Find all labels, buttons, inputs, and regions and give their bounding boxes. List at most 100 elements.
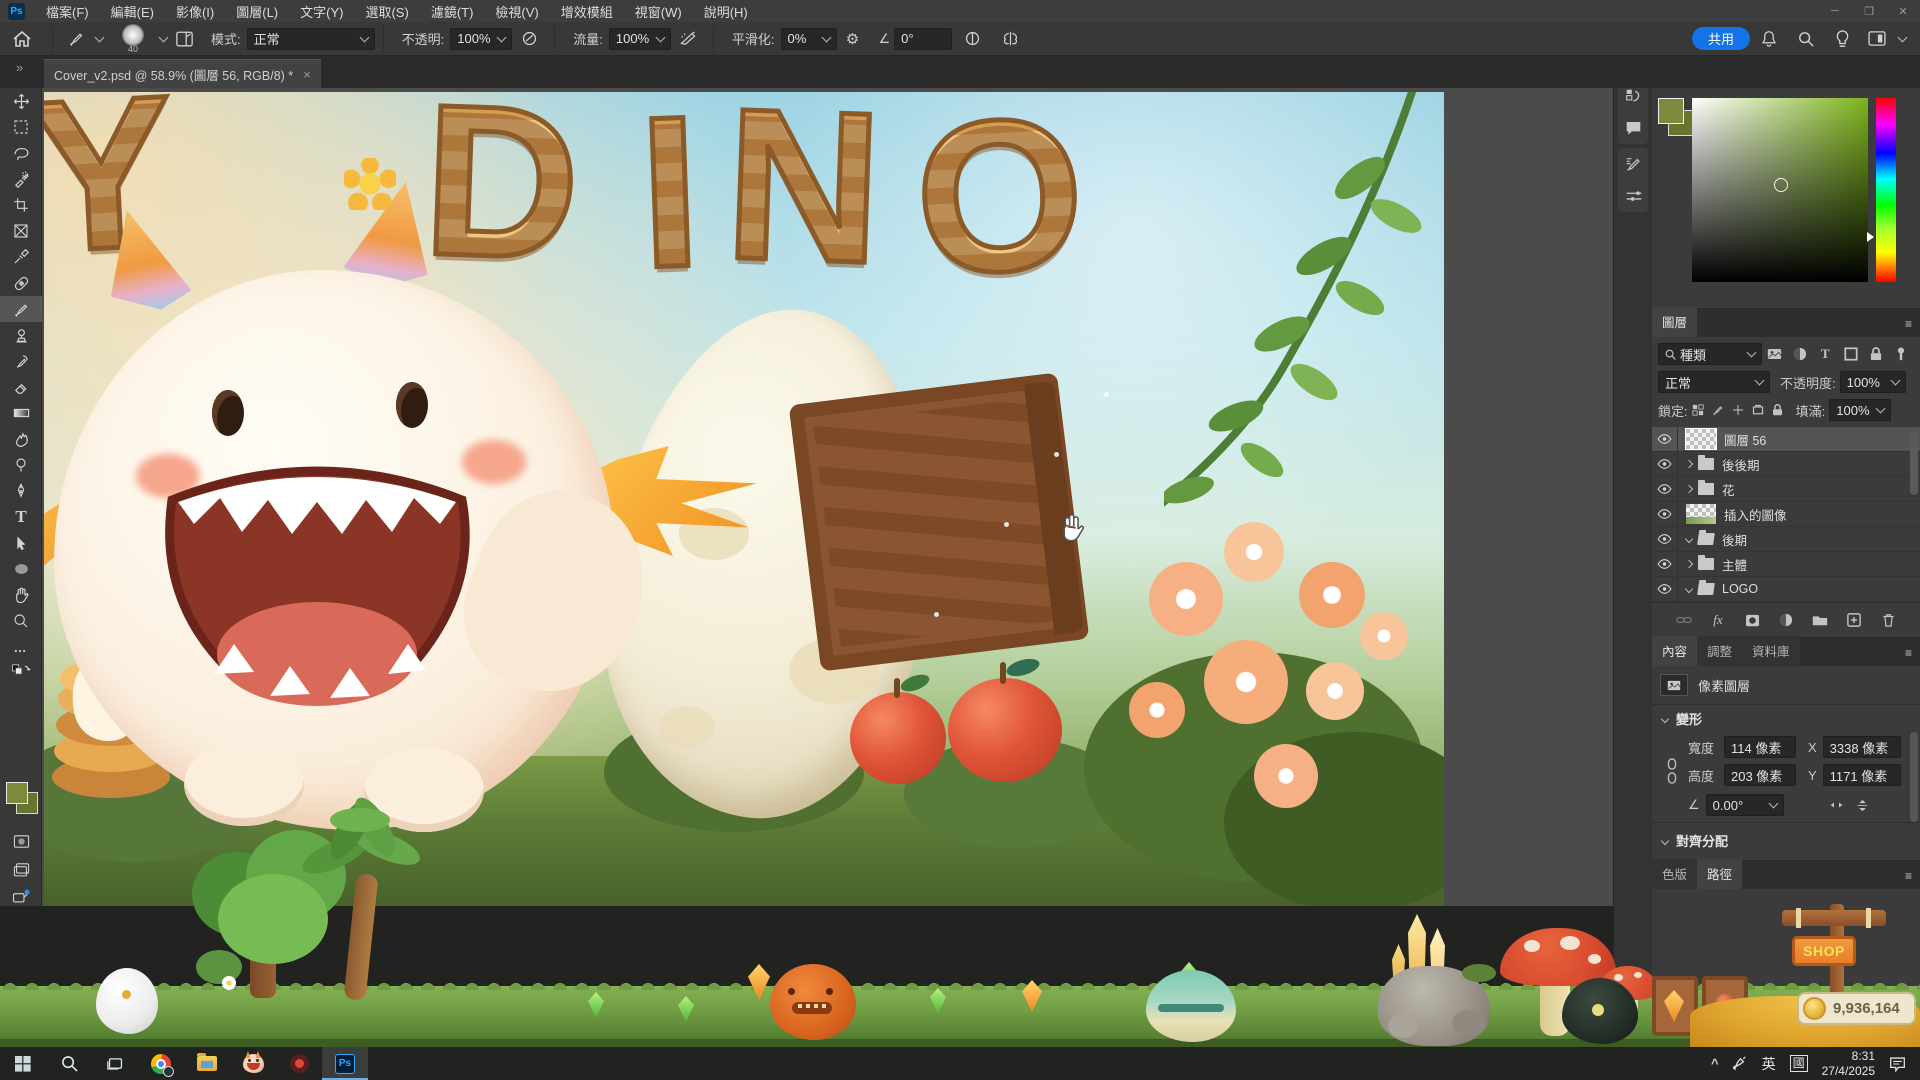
notifications-bell-icon[interactable] (1750, 30, 1788, 47)
brush-preview[interactable]: 40 (111, 24, 155, 54)
add-layer-mask-icon[interactable] (1739, 609, 1765, 631)
filter-toggle-icon[interactable] (1889, 343, 1914, 365)
properties-scrollbar[interactable] (1910, 732, 1918, 822)
tab-close-icon[interactable]: × (303, 67, 311, 82)
smoothing-options-gear-icon[interactable]: ⚙ (837, 30, 869, 48)
document-tab[interactable]: Cover_v2.psd @ 58.9% (圖層 56, RGB/8) * × (44, 59, 321, 88)
hue-slider-marker[interactable] (1867, 232, 1874, 242)
lock-position-icon[interactable] (1728, 399, 1748, 421)
game-crystal-rock[interactable] (1378, 910, 1498, 1046)
frame-tool[interactable] (0, 218, 42, 244)
file-explorer-icon[interactable] (184, 1047, 230, 1080)
tab-paths[interactable]: 路徑 (1697, 859, 1742, 889)
layer-effects-icon[interactable]: fx (1705, 609, 1731, 631)
group-collapse-chevron[interactable] (1685, 485, 1693, 493)
task-view-icon[interactable] (92, 1047, 138, 1080)
tab-libraries[interactable]: 資料庫 (1742, 636, 1800, 666)
minimize-button[interactable]: ─ (1818, 0, 1852, 22)
panel-menu-icon[interactable]: ≡ (1905, 869, 1912, 883)
visibility-eye-icon[interactable] (1652, 502, 1678, 526)
lock-artboard-icon[interactable] (1748, 399, 1768, 421)
link-layers-icon[interactable] (1671, 609, 1697, 631)
x-input[interactable]: 3338 像素 (1823, 736, 1901, 758)
toggle-brush-panel-icon[interactable] (167, 31, 201, 47)
tab-layers[interactable]: 圖層 (1652, 307, 1697, 337)
tray-expand-icon[interactable]: ^ (1711, 1056, 1719, 1071)
share-button[interactable]: 共用 (1692, 27, 1750, 50)
taskbar-search-icon[interactable] (46, 1047, 92, 1080)
filter-pixel-layers-icon[interactable] (1762, 343, 1787, 365)
layer-row[interactable]: 後期 (1652, 527, 1920, 552)
tab-overflow-icon[interactable]: » (16, 60, 23, 75)
workspace-switcher-icon[interactable] (1860, 31, 1894, 46)
filter-type-layers-icon[interactable]: T (1813, 343, 1838, 365)
healing-brush-tool[interactable] (0, 270, 42, 296)
link-dimensions-icon[interactable] (1666, 758, 1678, 784)
saturation-brightness-field[interactable] (1692, 98, 1868, 282)
visibility-eye-icon[interactable] (1652, 527, 1678, 551)
layer-filter-select[interactable]: 種類 (1658, 343, 1762, 365)
canvas-artwork[interactable]: Y D I N O (44, 92, 1444, 906)
menu-window[interactable]: 視窗(W) (624, 0, 693, 22)
action-center-icon[interactable] (1889, 1056, 1906, 1072)
blend-mode-select[interactable]: 正常 (247, 28, 375, 50)
layer-row[interactable]: 花 (1652, 477, 1920, 502)
recorder-app-icon[interactable] (276, 1047, 322, 1080)
y-input[interactable]: 1171 像素 (1823, 764, 1901, 786)
photoshop-taskbar-icon[interactable]: Ps (322, 1047, 368, 1080)
layer-thumbnail[interactable] (1686, 504, 1716, 524)
panel-menu-icon[interactable]: ≡ (1905, 317, 1912, 331)
rotation-input[interactable]: 0.00° (1706, 794, 1784, 816)
clone-stamp-tool[interactable] (0, 322, 42, 348)
lock-all-icon[interactable] (1768, 399, 1788, 421)
new-layer-icon[interactable] (1841, 609, 1867, 631)
filter-adjustment-layers-icon[interactable] (1787, 343, 1812, 365)
game-pet-pumpkin[interactable] (748, 958, 858, 1042)
chevron-down-icon[interactable] (95, 32, 105, 42)
pressure-size-icon[interactable] (952, 30, 992, 47)
layer-row[interactable]: 後後期 (1652, 452, 1920, 477)
hand-tool[interactable] (0, 582, 42, 608)
discover-lightbulb-icon[interactable] (1824, 30, 1860, 48)
transform-section-header[interactable]: 變形 (1652, 704, 1920, 732)
history-brush-tool[interactable] (0, 348, 42, 374)
tab-properties[interactable]: 內容 (1652, 636, 1697, 666)
layer-thumbnail[interactable] (1686, 429, 1716, 449)
crop-tool[interactable] (0, 192, 42, 218)
foreground-color-swatch[interactable] (6, 782, 28, 804)
windows-ink-icon[interactable] (1733, 1056, 1748, 1071)
filter-smart-objects-icon[interactable] (1863, 343, 1888, 365)
home-icon[interactable] (0, 31, 44, 47)
visibility-eye-icon[interactable] (1652, 477, 1678, 501)
flip-vertical-icon[interactable] (1850, 794, 1876, 816)
maximize-button[interactable]: ❐ (1852, 0, 1886, 22)
symmetry-icon[interactable] (992, 30, 1028, 47)
menu-layer[interactable]: 圖層(L) (225, 0, 289, 22)
pressure-opacity-icon[interactable] (512, 30, 546, 47)
align-section-header[interactable]: 對齊分配 (1652, 822, 1920, 858)
chrome-icon[interactable] (138, 1047, 184, 1080)
dodge-tool[interactable] (0, 452, 42, 478)
airbrush-icon[interactable] (671, 30, 705, 47)
flip-horizontal-icon[interactable] (1824, 794, 1850, 816)
game-pet-teal[interactable] (1146, 960, 1238, 1042)
zoom-tool[interactable] (0, 608, 42, 634)
layers-scrollbar[interactable] (1910, 431, 1918, 495)
visibility-eye-icon[interactable] (1652, 452, 1678, 476)
menu-image[interactable]: 影像(I) (165, 0, 225, 22)
menu-file[interactable]: 檔案(F) (35, 0, 100, 22)
adjustment-layer-icon[interactable] (1773, 609, 1799, 631)
height-input[interactable]: 203 像素 (1724, 764, 1796, 786)
ime-language-indicator[interactable]: 英 (1762, 1054, 1776, 1074)
search-icon[interactable] (1788, 31, 1824, 47)
comments-panel-icon[interactable] (1618, 112, 1649, 144)
gradient-tool[interactable] (0, 400, 42, 426)
brush-angle-input[interactable]: 0° (894, 28, 952, 50)
tab-channels[interactable]: 色版 (1652, 859, 1697, 889)
group-collapse-chevron[interactable] (1685, 460, 1693, 468)
brush-tool-preset-icon[interactable] (61, 30, 91, 47)
visibility-eye-icon[interactable] (1652, 577, 1678, 601)
group-expand-chevron[interactable] (1685, 535, 1693, 543)
menu-type[interactable]: 文字(Y) (289, 0, 354, 22)
edit-toolbar-ellipsis[interactable]: … (0, 634, 42, 660)
